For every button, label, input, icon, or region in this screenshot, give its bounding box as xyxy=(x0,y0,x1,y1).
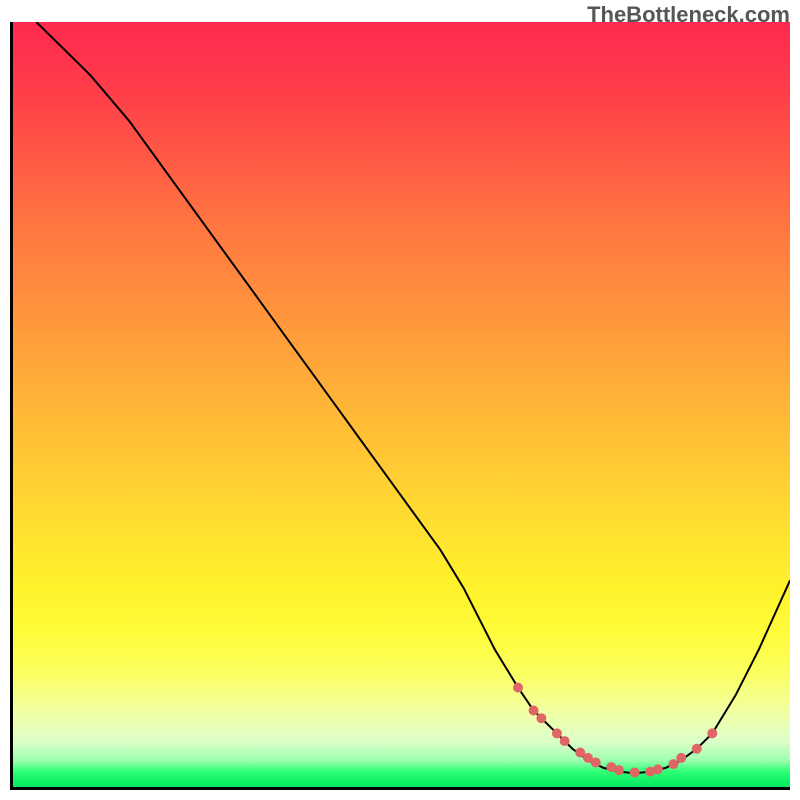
marker-point xyxy=(668,759,678,769)
marker-point xyxy=(630,767,640,777)
plot-area xyxy=(10,22,790,790)
marker-point xyxy=(560,736,570,746)
marker-point xyxy=(653,764,663,774)
marker-point xyxy=(676,753,686,763)
bottleneck-curve-line xyxy=(36,22,790,773)
marker-point xyxy=(614,765,624,775)
marker-point xyxy=(529,706,539,716)
marker-point xyxy=(536,713,546,723)
marker-point xyxy=(513,683,523,693)
chart-container: TheBottleneck.com xyxy=(0,0,800,800)
marker-point xyxy=(552,728,562,738)
marker-point xyxy=(692,744,702,754)
chart-svg xyxy=(13,22,790,787)
optimal-range-markers xyxy=(513,683,717,778)
marker-point xyxy=(707,728,717,738)
marker-point xyxy=(591,758,601,768)
